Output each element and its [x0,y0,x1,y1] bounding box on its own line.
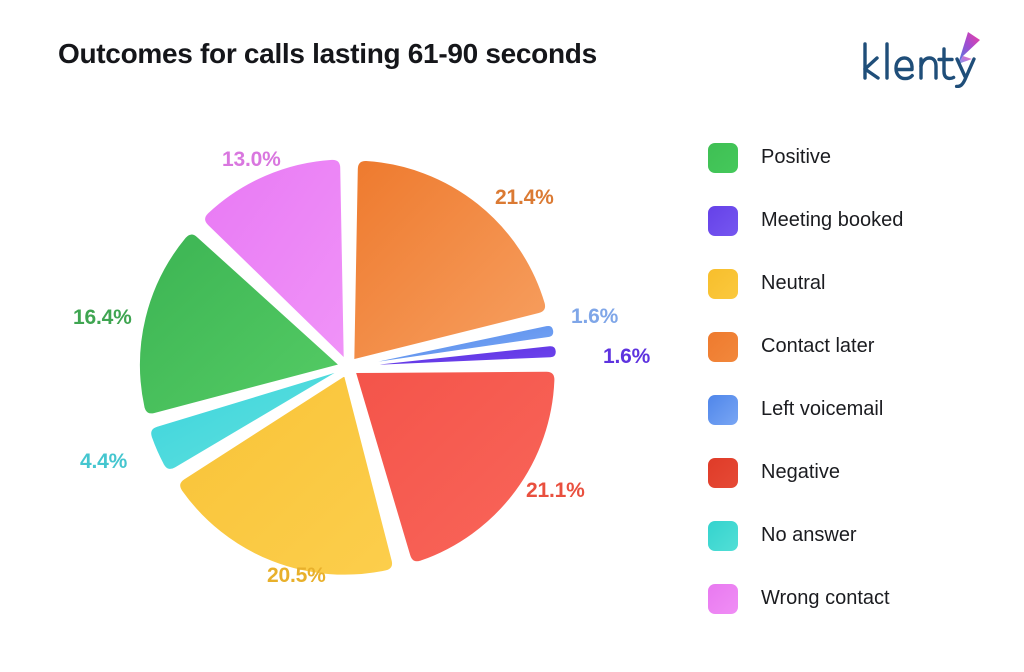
legend-item-label: Contact later [761,335,875,357]
legend-item[interactable]: Negative [708,441,1008,504]
pie-chart-svg [138,158,558,577]
slice-value-label: 21.1% [526,479,585,502]
klenty-logo-svg [863,32,980,88]
slice-value-label: 4.4% [80,450,128,473]
legend-color-swatch [708,583,738,614]
legend-item[interactable]: No answer [708,504,1008,567]
legend-color-swatch [708,394,738,425]
legend-item[interactable]: Meeting booked [708,189,1008,252]
slice-value-label: 13.0% [222,148,281,171]
legend-item-label: Neutral [761,272,826,294]
chart-page: Outcomes for calls lasting 61-90 seconds [0,0,1024,672]
legend-item[interactable]: Positive [708,126,1008,189]
klenty-wordmark [863,42,976,88]
legend-item-label: Meeting booked [761,209,904,231]
paper-plane-icon [958,32,980,64]
pie-center-hub [343,362,353,372]
legend-color-swatch [708,142,738,173]
klenty-logo [860,30,982,88]
legend-color-swatch [708,268,738,299]
legend-item[interactable]: Wrong contact [708,567,1008,630]
legend-item[interactable]: Left voicemail [708,378,1008,441]
slice-value-label: 21.4% [495,186,554,209]
slice-value-label: 20.5% [267,564,326,587]
legend-item[interactable]: Contact later [708,315,1008,378]
legend-color-swatch [708,331,738,362]
legend-item-label: No answer [761,524,857,546]
slice-value-label: 1.6% [571,305,619,328]
legend-item-label: Wrong contact [761,587,890,609]
legend-item-label: Left voicemail [761,398,884,420]
slice-value-label: 16.4% [73,306,132,329]
legend-color-swatch [708,457,738,488]
legend-color-swatch [708,520,738,551]
legend-item-label: Negative [761,461,840,483]
pie-slice[interactable] [178,374,394,577]
legend-item[interactable]: Neutral [708,252,1008,315]
chart-legend: Positive Meeting booked Neutral Contact lat… [708,126,1008,630]
pie-chart [0,95,700,655]
page-title: Outcomes for calls lasting 61-90 seconds [58,38,597,69]
legend-color-swatch [708,205,738,236]
slice-value-label: 1.6% [603,345,651,368]
legend-item-label: Positive [761,146,832,168]
